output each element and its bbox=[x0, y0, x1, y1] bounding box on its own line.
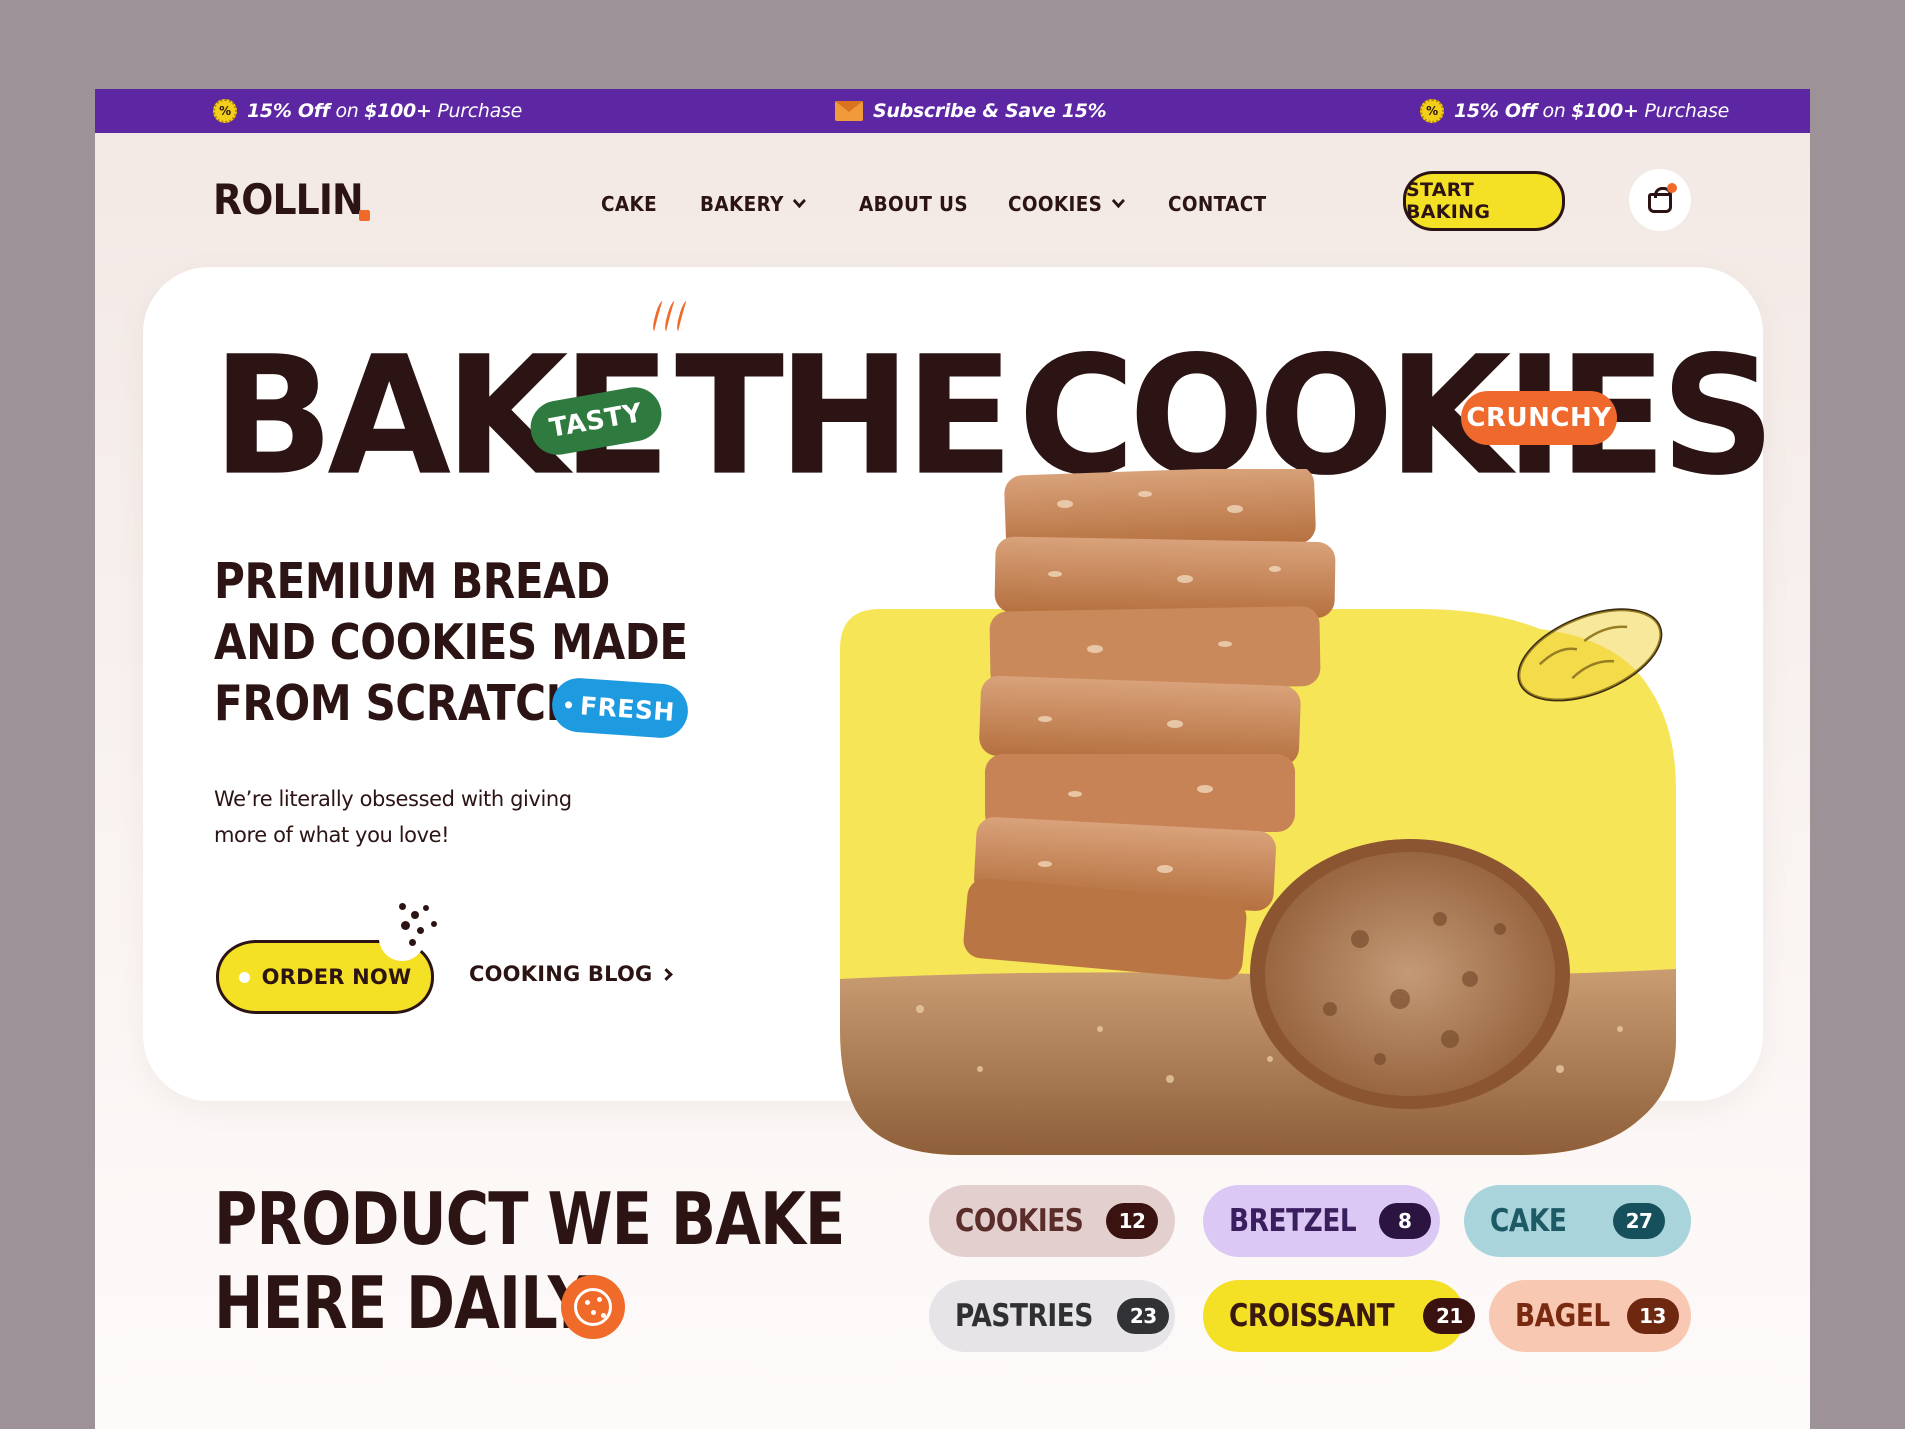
category-name: CROISSANT bbox=[1229, 1298, 1395, 1334]
category-count: 23 bbox=[1117, 1298, 1170, 1334]
promo-left-amount: $100+ bbox=[364, 100, 432, 122]
percent-badge-icon: % bbox=[213, 99, 237, 123]
promo-left-tail: Purchase bbox=[437, 100, 522, 122]
logo[interactable]: ROLLIN bbox=[213, 175, 364, 224]
promo-right-bold: 15% Off bbox=[1454, 100, 1537, 122]
category-pastries[interactable]: PASTRIES 23 bbox=[929, 1280, 1175, 1352]
order-now-label: ORDER NOW bbox=[261, 965, 412, 989]
hero-subtitle-line-2: AND COOKIES MADE bbox=[214, 614, 688, 671]
category-name: BRETZEL bbox=[1229, 1203, 1357, 1239]
chevron-down-icon bbox=[792, 193, 806, 209]
chevron-down-icon bbox=[1111, 193, 1125, 209]
start-baking-button[interactable]: START BAKING bbox=[1403, 171, 1565, 231]
nav-cake[interactable]: CAKE bbox=[601, 189, 657, 219]
promo-left-bold: 15% Off bbox=[247, 100, 330, 122]
category-name: COOKIES bbox=[955, 1203, 1084, 1239]
promo-right-on: on bbox=[1542, 100, 1566, 122]
cooking-blog-label: COOKING BLOG bbox=[469, 962, 653, 986]
hero-description-line-1: We’re literally obsessed with giving bbox=[214, 787, 572, 811]
category-cookies[interactable]: COOKIES 12 bbox=[929, 1185, 1175, 1257]
products-title: PRODUCT WE BAKE HERE DAILY bbox=[214, 1177, 845, 1345]
category-cake[interactable]: CAKE 27 bbox=[1464, 1185, 1691, 1257]
category-count: 21 bbox=[1423, 1298, 1476, 1334]
category-bagel[interactable]: BAGEL 13 bbox=[1489, 1280, 1691, 1352]
category-bretzel[interactable]: BRETZEL 8 bbox=[1203, 1185, 1440, 1257]
tag-fresh-label: FRESH bbox=[579, 690, 676, 727]
category-count: 27 bbox=[1613, 1203, 1665, 1239]
hero-description: We’re literally obsessed with giving mor… bbox=[214, 781, 634, 853]
nav-cookies[interactable]: COOKIES bbox=[1008, 189, 1125, 219]
products-title-line-1: PRODUCT WE BAKE bbox=[214, 1177, 845, 1261]
bread-image bbox=[840, 469, 1676, 1155]
nav-about-label: ABOUT US bbox=[859, 192, 968, 216]
nav-contact-label: CONTACT bbox=[1168, 192, 1267, 216]
promo-right-amount: $100+ bbox=[1571, 100, 1639, 122]
category-count: 8 bbox=[1378, 1203, 1431, 1239]
promo-bar: % 15% Off on $100+ Purchase Subscribe & … bbox=[95, 89, 1810, 133]
nav-cookies-label: COOKIES bbox=[1008, 192, 1103, 216]
promo-left[interactable]: % 15% Off on $100+ Purchase bbox=[213, 89, 522, 133]
logo-dot bbox=[359, 210, 370, 221]
nav-about-us[interactable]: ABOUT US bbox=[859, 189, 968, 219]
products-title-line-2: HERE DAILY bbox=[214, 1261, 591, 1345]
bread-loaf-half bbox=[1250, 839, 1570, 1109]
button-dot bbox=[238, 971, 250, 983]
nav-contact[interactable]: CONTACT bbox=[1168, 189, 1267, 219]
tag-crunchy: CRUNCHY bbox=[1461, 391, 1617, 445]
tag-dot bbox=[564, 700, 573, 709]
category-name: BAGEL bbox=[1515, 1298, 1610, 1334]
percent-badge-icon: % bbox=[1420, 99, 1444, 123]
category-croissant[interactable]: CROISSANT 21 bbox=[1203, 1280, 1476, 1352]
category-count: 12 bbox=[1106, 1203, 1159, 1239]
promo-right-tail: Purchase bbox=[1644, 100, 1729, 122]
chevron-right-icon bbox=[660, 967, 674, 981]
promo-left-on: on bbox=[335, 100, 359, 122]
cart-button[interactable] bbox=[1629, 169, 1691, 231]
hero-description-line-2: more of what you love! bbox=[214, 823, 450, 847]
category-count: 13 bbox=[1626, 1298, 1679, 1334]
nav-bakery-label: BAKERY bbox=[700, 192, 784, 216]
nav-bakery[interactable]: BAKERY bbox=[700, 189, 806, 219]
promo-center-text: Subscribe & Save 15% bbox=[873, 100, 1107, 122]
category-name: CAKE bbox=[1490, 1203, 1567, 1239]
cart-notification-dot bbox=[1667, 183, 1677, 193]
promo-center[interactable]: Subscribe & Save 15% bbox=[835, 89, 1107, 133]
cookie-crumbs-icon bbox=[379, 899, 443, 961]
shopping-bag-icon bbox=[1648, 187, 1672, 213]
promo-left-text: 15% Off on $100+ Purchase bbox=[247, 100, 522, 122]
envelope-icon bbox=[835, 101, 863, 121]
cooking-blog-link[interactable]: COOKING BLOG bbox=[469, 962, 674, 986]
promo-right-text: 15% Off on $100+ Purchase bbox=[1454, 100, 1729, 122]
cookie-icon bbox=[561, 1275, 625, 1339]
category-name: PASTRIES bbox=[955, 1298, 1093, 1334]
hero-subtitle-line-1: PREMIUM BREAD bbox=[214, 553, 610, 610]
nav-cake-label: CAKE bbox=[601, 192, 658, 216]
tag-fresh: FRESH bbox=[550, 676, 690, 740]
page-frame: % 15% Off on $100+ Purchase Subscribe & … bbox=[95, 89, 1810, 1429]
promo-right[interactable]: % 15% Off on $100+ Purchase bbox=[1420, 89, 1729, 133]
steam-icon bbox=[650, 301, 691, 331]
